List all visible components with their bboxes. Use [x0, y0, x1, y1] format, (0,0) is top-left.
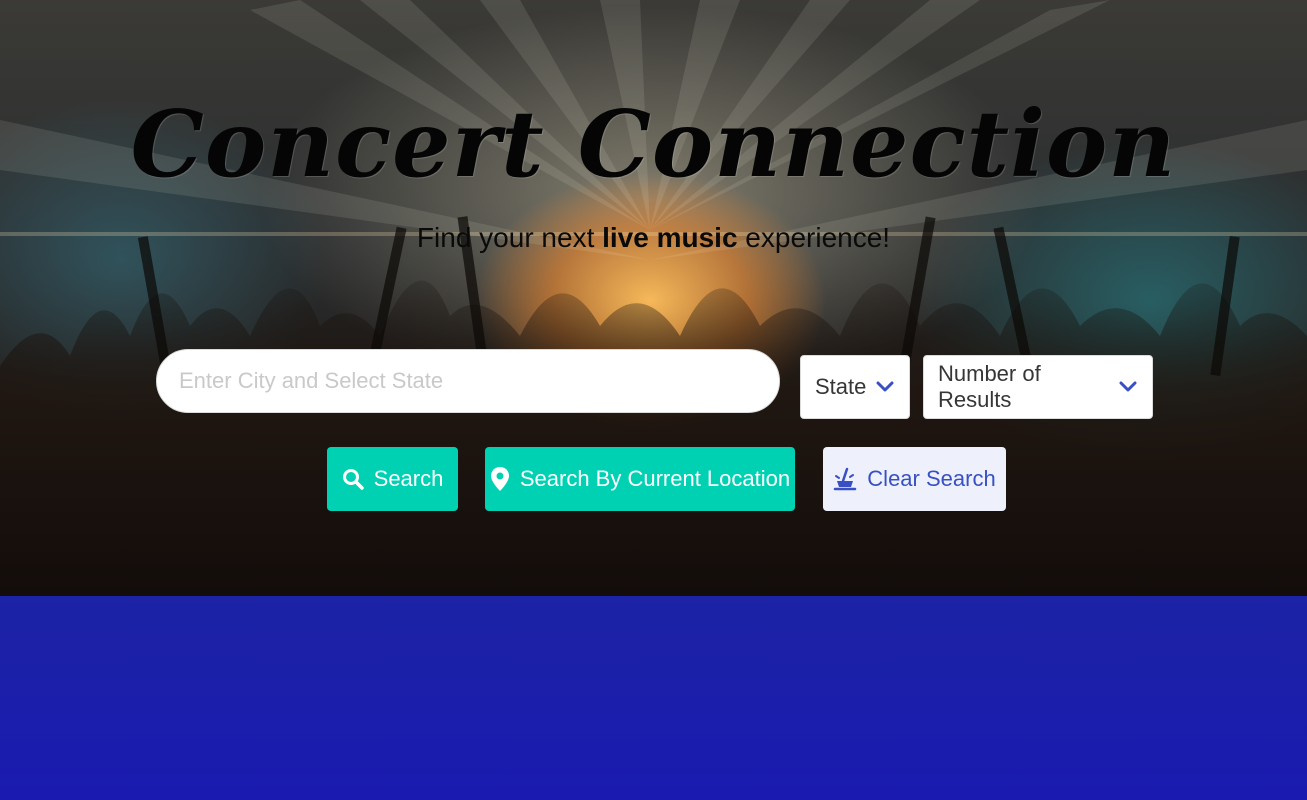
search-button[interactable]: Search	[327, 447, 458, 511]
city-search-input[interactable]	[156, 349, 780, 413]
results-area	[0, 596, 1307, 800]
search-button-label: Search	[373, 466, 444, 491]
search-by-location-button[interactable]: Search By Current Location	[485, 447, 795, 511]
chevron-down-icon	[1118, 380, 1138, 394]
search-icon	[342, 468, 364, 490]
clear-search-button[interactable]: Clear Search	[823, 447, 1006, 511]
map-marker-icon	[490, 466, 510, 492]
broom-icon	[833, 467, 857, 491]
tagline: Find your next live music experience!	[0, 222, 1307, 254]
tagline-start: Find your next	[416, 222, 603, 253]
chevron-down-icon	[875, 380, 895, 394]
clear-search-label: Clear Search	[867, 466, 996, 491]
results-count-select-label: Number of Results	[938, 361, 1041, 412]
page-title: Concert Connection	[130, 90, 1177, 198]
tagline-emphasis: live music	[602, 222, 738, 253]
hero-banner: Concert Connection Find your next live m…	[0, 0, 1307, 596]
state-select[interactable]: State	[800, 355, 910, 419]
state-select-label: State	[815, 374, 867, 399]
search-by-location-label: Search By Current Location	[519, 466, 791, 491]
tagline-end: experience!	[737, 222, 891, 253]
results-count-select[interactable]: Number of Results	[923, 355, 1153, 419]
